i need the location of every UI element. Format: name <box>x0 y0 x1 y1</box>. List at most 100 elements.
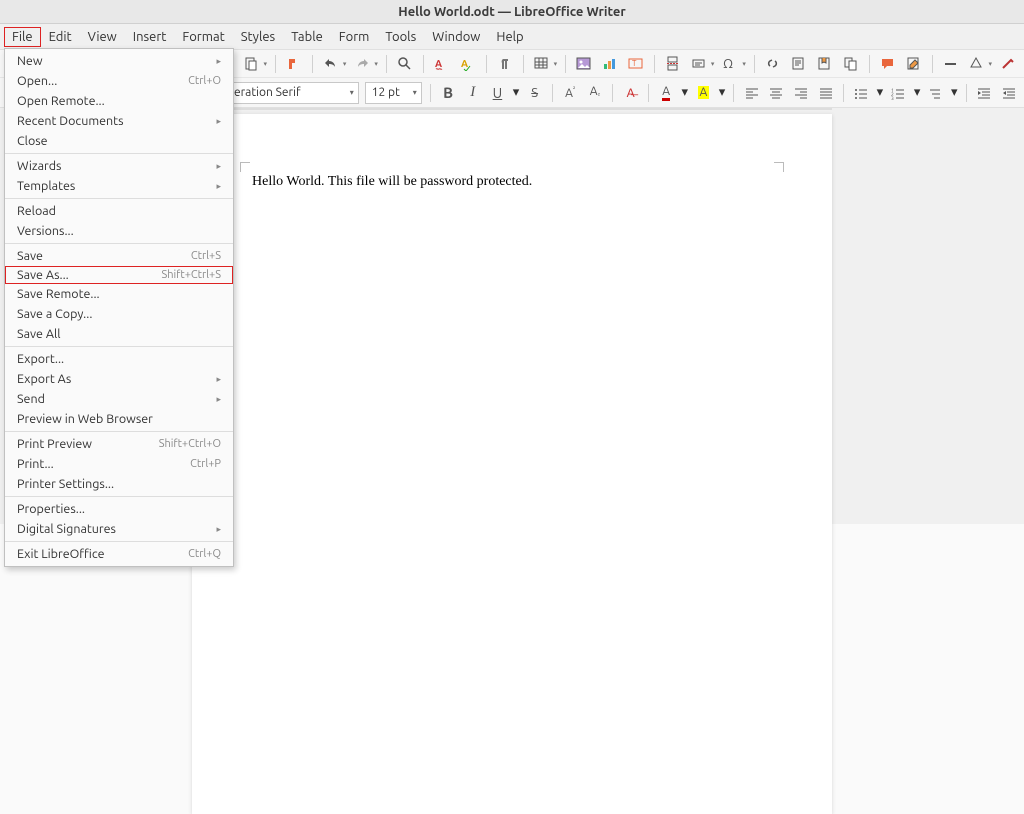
document-body-text[interactable]: Hello World. This file will be password … <box>252 174 532 189</box>
menu-item-label: Wizards <box>17 159 216 173</box>
menu-item-accelerator: Shift+Ctrl+O <box>159 438 221 450</box>
insert-special-char-icon[interactable]: Ω <box>720 54 740 74</box>
font-color-button[interactable]: A <box>657 83 676 103</box>
menu-window[interactable]: Window <box>424 27 488 47</box>
highlight-color-button[interactable]: A <box>694 83 713 103</box>
align-justify-button[interactable] <box>816 83 835 103</box>
align-left-button[interactable] <box>742 83 761 103</box>
menu-item-accelerator: Ctrl+S <box>191 250 221 262</box>
strikethrough-button[interactable]: S <box>525 83 544 103</box>
document-page[interactable]: Hello World. This file will be password … <box>192 114 832 814</box>
menu-view[interactable]: View <box>80 27 125 47</box>
menu-item-label: New <box>17 54 216 68</box>
draw-functions-icon[interactable] <box>998 54 1018 74</box>
menu-item-label: Open Remote... <box>17 94 221 108</box>
increase-indent-button[interactable] <box>975 83 994 103</box>
insert-hyperlink-icon[interactable] <box>763 54 783 74</box>
insert-field-icon[interactable] <box>689 54 709 74</box>
numbered-list-button[interactable]: 123 <box>889 83 908 103</box>
bullet-list-button[interactable] <box>852 83 871 103</box>
insert-comment-icon[interactable] <box>878 54 898 74</box>
menu-item-preview-in-web-browser[interactable]: Preview in Web Browser <box>5 409 233 429</box>
auto-spellcheck-icon[interactable]: A <box>458 54 478 74</box>
menu-table[interactable]: Table <box>283 27 331 47</box>
menu-item-wizards[interactable]: Wizards▸ <box>5 156 233 176</box>
track-changes-icon[interactable] <box>904 54 924 74</box>
spellcheck-icon[interactable]: A <box>432 54 452 74</box>
menu-item-label: Print... <box>17 457 190 471</box>
insert-bookmark-icon[interactable] <box>815 54 835 74</box>
horizontal-ruler[interactable] <box>192 108 832 110</box>
chevron-right-icon: ▸ <box>216 56 221 67</box>
menu-format[interactable]: Format <box>174 27 232 47</box>
menu-item-print-preview[interactable]: Print PreviewShift+Ctrl+O <box>5 434 233 454</box>
menu-tools[interactable]: Tools <box>377 27 424 47</box>
clone-formatting-icon[interactable] <box>284 54 304 74</box>
line-icon[interactable] <box>941 54 961 74</box>
menu-item-accelerator: Ctrl+P <box>190 458 221 470</box>
menu-item-recent-documents[interactable]: Recent Documents▸ <box>5 111 233 131</box>
menu-item-print[interactable]: Print...Ctrl+P <box>5 454 233 474</box>
insert-textbox-icon[interactable]: T <box>626 54 646 74</box>
underline-button[interactable]: U <box>488 83 507 103</box>
menu-item-export-as[interactable]: Export As▸ <box>5 369 233 389</box>
basic-shapes-icon[interactable] <box>967 54 987 74</box>
clear-formatting-button[interactable]: A̶ <box>621 83 640 103</box>
menu-edit[interactable]: Edit <box>41 27 80 47</box>
superscript-button[interactable]: A² <box>561 83 580 103</box>
italic-button[interactable]: I <box>463 83 482 103</box>
menu-item-open-remote[interactable]: Open Remote... <box>5 91 233 111</box>
decrease-indent-button[interactable] <box>999 83 1018 103</box>
menu-item-reload[interactable]: Reload <box>5 201 233 221</box>
menu-item-versions[interactable]: Versions... <box>5 221 233 241</box>
insert-chart-icon[interactable] <box>600 54 620 74</box>
menu-item-label: Recent Documents <box>17 114 216 128</box>
formatting-marks-icon[interactable] <box>495 54 515 74</box>
bold-button[interactable]: B <box>439 83 458 103</box>
menu-item-exit-libreoffice[interactable]: Exit LibreOfficeCtrl+Q <box>5 544 233 564</box>
menu-item-label: Open... <box>17 74 188 88</box>
menu-item-send[interactable]: Send▸ <box>5 389 233 409</box>
menu-item-label: Versions... <box>17 224 221 238</box>
insert-page-break-icon[interactable] <box>663 54 683 74</box>
font-size-combo[interactable]: 12 pt▾ <box>365 82 422 104</box>
menu-item-close[interactable]: Close <box>5 131 233 151</box>
insert-cross-reference-icon[interactable] <box>841 54 861 74</box>
paste-icon[interactable] <box>242 54 262 74</box>
menu-divider <box>5 541 233 542</box>
menu-file[interactable]: File <box>4 27 41 47</box>
menu-help[interactable]: Help <box>488 27 531 47</box>
subscript-button[interactable]: A² <box>586 83 605 103</box>
menu-item-label: Exit LibreOffice <box>17 547 188 561</box>
menu-item-printer-settings[interactable]: Printer Settings... <box>5 474 233 494</box>
menu-item-new[interactable]: New▸ <box>5 51 233 71</box>
menu-form[interactable]: Form <box>331 27 378 47</box>
menu-item-templates[interactable]: Templates▸ <box>5 176 233 196</box>
redo-icon[interactable] <box>352 54 372 74</box>
menu-item-save-remote[interactable]: Save Remote... <box>5 284 233 304</box>
menu-item-export[interactable]: Export... <box>5 349 233 369</box>
menu-item-properties[interactable]: Properties... <box>5 499 233 519</box>
undo-icon[interactable] <box>321 54 341 74</box>
menu-insert[interactable]: Insert <box>125 27 175 47</box>
menu-item-digital-signatures[interactable]: Digital Signatures▸ <box>5 519 233 539</box>
insert-footnote-icon[interactable] <box>789 54 809 74</box>
outline-button[interactable] <box>926 83 945 103</box>
align-right-button[interactable] <box>792 83 811 103</box>
insert-image-icon[interactable] <box>574 54 594 74</box>
menu-item-label: Properties... <box>17 502 221 516</box>
menu-item-save-a-copy[interactable]: Save a Copy... <box>5 304 233 324</box>
menu-item-save-all[interactable]: Save All <box>5 324 233 344</box>
align-center-button[interactable] <box>767 83 786 103</box>
menu-item-save-as[interactable]: Save As...Shift+Ctrl+S <box>5 266 233 284</box>
find-icon[interactable] <box>395 54 415 74</box>
menu-styles[interactable]: Styles <box>233 27 283 47</box>
menu-item-open[interactable]: Open...Ctrl+O <box>5 71 233 91</box>
menu-item-label: Close <box>17 134 221 148</box>
menu-divider <box>5 346 233 347</box>
menu-item-save[interactable]: SaveCtrl+S <box>5 246 233 266</box>
font-name-combo[interactable]: eration Serif▾ <box>227 82 359 104</box>
menu-item-accelerator: Ctrl+O <box>188 75 221 87</box>
menu-item-label: Send <box>17 392 216 406</box>
insert-table-icon[interactable] <box>532 54 552 74</box>
